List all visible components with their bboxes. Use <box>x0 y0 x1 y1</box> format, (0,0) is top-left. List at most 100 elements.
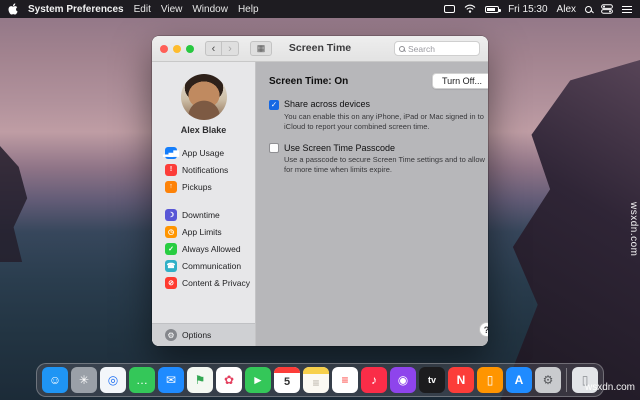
sidebar-item-content-privacy[interactable]: ⊘ Content & Privacy <box>152 274 255 291</box>
messages-glyph: … <box>136 373 148 387</box>
screen-time-passcode-label[interactable]: Use Screen Time Passcode <box>284 143 395 153</box>
sidebar-item-downtime[interactable]: ☽ Downtime <box>152 206 255 223</box>
dock-icon-reminders[interactable]: ≡ <box>332 367 358 393</box>
music-glyph: ♪ <box>371 373 377 387</box>
gear-icon: ⚙ <box>165 329 177 341</box>
dock-icon-app-store[interactable]: A <box>506 367 532 393</box>
dock-icon-podcasts[interactable]: ◉ <box>390 367 416 393</box>
sidebar-item-always-allowed[interactable]: ✓ Always Allowed <box>152 240 255 257</box>
dock-icon-facetime[interactable]: ► <box>245 367 271 393</box>
dock-icon-news[interactable]: N <box>448 367 474 393</box>
back-button[interactable]: ‹ <box>205 41 222 56</box>
calendar-glyph: 5 <box>284 376 290 388</box>
dock-icon-photos[interactable]: ✿ <box>216 367 242 393</box>
menu-bar-user[interactable]: Alex <box>557 4 576 15</box>
show-all-button[interactable]: ▦ <box>250 41 272 56</box>
menu-edit[interactable]: Edit <box>134 4 151 15</box>
dock-icon-system-preferences[interactable]: ⚙ <box>535 367 561 393</box>
watermark-bottom: wsxdn.com <box>585 382 635 393</box>
sidebar-item-app-limits[interactable]: ◷App Limits <box>152 223 255 240</box>
dock-icon-finder[interactable]: ☺ <box>42 367 68 393</box>
dock: ☺✳◎…✉⚑✿►5≡≡♪◉tvN▯A⚙▯ <box>36 363 604 397</box>
share-across-devices-label[interactable]: Share across devices <box>284 99 370 109</box>
maps-glyph: ⚑ <box>195 373 206 387</box>
share-across-devices-checkbox[interactable]: ✓ Share across devices <box>269 99 488 110</box>
dock-icon-launchpad[interactable]: ✳ <box>71 367 97 393</box>
menu-help[interactable]: Help <box>238 4 259 15</box>
photos-glyph: ✿ <box>224 373 234 387</box>
checkbox-icon[interactable] <box>269 143 279 153</box>
close-button[interactable] <box>160 45 168 53</box>
search-input[interactable] <box>408 44 468 54</box>
sidebar-item-label: Always Allowed <box>182 244 241 254</box>
menu-window[interactable]: Window <box>192 4 228 15</box>
zoom-button[interactable] <box>186 45 194 53</box>
dock-divider <box>566 368 567 392</box>
dock-icon-books[interactable]: ▯ <box>477 367 503 393</box>
share-across-devices-description: You can enable this on any iPhone, iPad … <box>284 112 488 132</box>
news-glyph: N <box>457 373 466 387</box>
communication-icon: ☎ <box>165 260 177 272</box>
notifications-icon: ! <box>165 164 177 176</box>
notification-center-icon[interactable] <box>622 6 632 7</box>
minimize-button[interactable] <box>173 45 181 53</box>
content-privacy-icon: ⊘ <box>165 277 177 289</box>
window-title: Screen Time <box>289 42 351 54</box>
sidebar: Alex Blake ▂▄▆App Usage!Notifications↑Pi… <box>152 62 256 346</box>
dock-icon-tv[interactable]: tv <box>419 367 445 393</box>
sidebar-item-options[interactable]: ⚙ Options <box>152 323 255 346</box>
reminders-glyph: ≡ <box>341 373 348 387</box>
screen-time-passcode-checkbox[interactable]: Use Screen Time Passcode <box>269 143 488 154</box>
facetime-glyph: ► <box>252 373 264 387</box>
sidebar-item-label: Downtime <box>182 210 220 220</box>
window-titlebar[interactable]: ‹ › ▦ Screen Time <box>152 36 488 62</box>
sidebar-list: ▂▄▆App Usage! Notifications ↑Pickups ☽ Downt… <box>152 144 255 291</box>
apple-menu-icon[interactable] <box>8 3 18 15</box>
dock-icon-music[interactable]: ♪ <box>361 367 387 393</box>
watermark-side: wsxdn.com <box>628 202 639 257</box>
dock-icon-messages[interactable]: … <box>129 367 155 393</box>
display-icon[interactable] <box>444 5 455 13</box>
battery-icon <box>485 6 499 13</box>
sidebar-item-label: Content & Privacy <box>182 278 250 288</box>
sidebar-item-label: Pickups <box>182 182 212 192</box>
forward-button[interactable]: › <box>222 41 239 56</box>
dock-icon-safari[interactable]: ◎ <box>100 367 126 393</box>
notes-glyph: ≡ <box>312 376 319 390</box>
menu-bar-app-name[interactable]: System Preferences <box>28 4 124 15</box>
sidebar-item-label: Communication <box>182 261 241 271</box>
search-icon <box>399 46 405 52</box>
dock-icon-notes[interactable]: ≡ <box>303 367 329 393</box>
sidebar-item-app-usage[interactable]: ▂▄▆App Usage <box>152 144 255 161</box>
books-glyph: ▯ <box>487 373 494 387</box>
sidebar-item-label: Notifications <box>182 165 228 175</box>
turn-off-button[interactable]: Turn Off... <box>432 73 488 89</box>
menu-view[interactable]: View <box>161 4 183 15</box>
dock-icon-maps[interactable]: ⚑ <box>187 367 213 393</box>
help-button[interactable]: ? <box>479 322 488 337</box>
search-field[interactable] <box>394 41 480 56</box>
dock-icon-mail[interactable]: ✉ <box>158 367 184 393</box>
spotlight-icon[interactable] <box>585 6 592 13</box>
mail-glyph: ✉ <box>166 373 176 387</box>
sidebar-item-label: App Usage <box>182 148 224 158</box>
sidebar-item-communication[interactable]: ☎ Communication <box>152 257 255 274</box>
control-center-icon[interactable] <box>601 4 613 14</box>
podcasts-glyph: ◉ <box>398 373 408 387</box>
sidebar-item-notifications[interactable]: ! Notifications <box>152 161 255 178</box>
menu-bar-clock[interactable]: Fri 15:30 <box>508 4 547 15</box>
downtime-icon: ☽ <box>165 209 177 221</box>
dock-icon-calendar[interactable]: 5 <box>274 367 300 393</box>
system-preferences-glyph: ⚙ <box>543 373 554 387</box>
screen-time-passcode-description: Use a passcode to secure Screen Time set… <box>284 155 488 175</box>
wifi-icon[interactable] <box>464 4 476 14</box>
app-limits-icon: ◷ <box>165 226 177 238</box>
safari-glyph: ◎ <box>108 373 118 387</box>
finder-glyph: ☺ <box>49 373 61 387</box>
app-store-glyph: A <box>515 373 524 387</box>
avatar[interactable] <box>181 74 227 120</box>
sidebar-item-pickups[interactable]: ↑Pickups <box>152 178 255 195</box>
system-preferences-window: ‹ › ▦ Screen Time Alex Blake ▂▄▆App Usag… <box>152 36 488 346</box>
checkbox-icon[interactable]: ✓ <box>269 100 279 110</box>
always-allowed-icon: ✓ <box>165 243 177 255</box>
